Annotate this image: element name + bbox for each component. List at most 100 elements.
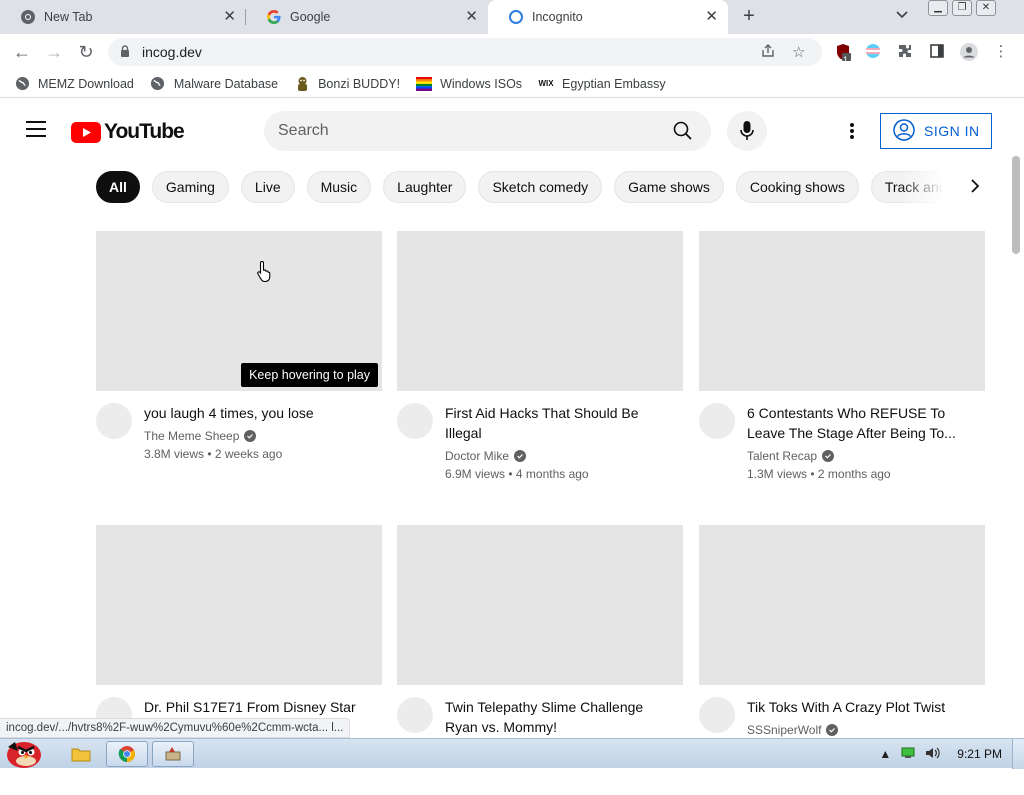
wix-icon: WIX: [538, 79, 554, 88]
video-card[interactable]: First Aid Hacks That Should Be Illegal D…: [397, 231, 683, 501]
chip-all[interactable]: All: [96, 171, 140, 203]
verified-check-icon: [244, 430, 257, 442]
channel-avatar[interactable]: [397, 697, 433, 733]
tab-incognito[interactable]: Incognito ✕: [488, 0, 728, 34]
video-thumbnail[interactable]: [397, 231, 683, 391]
restore-button[interactable]: ❐: [952, 0, 972, 16]
address-bar[interactable]: incog.dev ☆: [108, 38, 822, 66]
chip-gaming[interactable]: Gaming: [151, 171, 229, 203]
close-tab-icon[interactable]: ✕: [465, 9, 478, 25]
tab-search-chevron-icon[interactable]: [896, 8, 908, 22]
show-hidden-icons-arrow-icon[interactable]: ▲: [879, 747, 891, 761]
close-window-button[interactable]: ✕: [976, 0, 996, 16]
chip-live[interactable]: Live: [240, 171, 295, 203]
extensions-puzzle-icon[interactable]: [896, 43, 914, 61]
bookmark-memz[interactable]: MEMZ Download: [14, 76, 134, 92]
channel-name-text: Doctor Mike: [445, 449, 510, 463]
new-tab-button[interactable]: +: [738, 5, 760, 27]
file-explorer-folder-icon[interactable]: [60, 741, 102, 767]
video-title[interactable]: Tik Toks With A Crazy Plot Twist: [747, 697, 977, 717]
video-thumbnail[interactable]: [96, 525, 382, 685]
globe-icon: [150, 76, 166, 92]
clock[interactable]: 9:21 PM: [957, 747, 1002, 761]
lock-icon[interactable]: [120, 45, 130, 63]
browser-tab-strip: New Tab ✕ Google ✕ Incognito ✕ + ▁ ❐ ✕: [0, 0, 1024, 34]
windows-taskbar: ▲ 9:21 PM: [0, 738, 1024, 769]
video-title[interactable]: Twin Telepathy Slime Challenge Ryan vs. …: [445, 697, 675, 737]
video-title[interactable]: you laugh 4 times, you lose: [144, 403, 374, 423]
page-scrollbar-thumb[interactable]: [1012, 156, 1020, 254]
tab-new-tab[interactable]: New Tab ✕: [0, 0, 246, 34]
chip-laughter[interactable]: Laughter: [383, 171, 467, 203]
taskbar-app-icon[interactable]: [152, 741, 194, 767]
chip-cooking-shows[interactable]: Cooking shows: [735, 171, 859, 203]
taskbar-chrome-icon[interactable]: [106, 741, 148, 767]
system-tray: ▲ 9:21 PM: [879, 739, 1024, 769]
channel-avatar[interactable]: [96, 403, 132, 439]
youtube-play-icon: [71, 121, 101, 143]
network-icon[interactable]: [901, 747, 915, 762]
bookmark-label: Bonzi BUDDY!: [318, 76, 401, 91]
tab-title: Incognito: [532, 10, 583, 24]
verified-check-icon: [826, 724, 839, 736]
bookmark-label: Malware Database: [173, 76, 279, 91]
ublock-extension-icon[interactable]: 1: [834, 43, 852, 65]
share-icon[interactable]: [760, 43, 776, 63]
search-icon[interactable]: [673, 121, 693, 146]
chip-sketch-comedy[interactable]: Sketch comedy: [478, 171, 603, 203]
reload-button[interactable]: ↻: [76, 42, 96, 62]
channel-name[interactable]: Doctor Mike: [445, 449, 527, 463]
video-thumbnail[interactable]: Keep hovering to play: [96, 231, 382, 391]
chip-game-shows[interactable]: Game shows: [614, 171, 724, 203]
sign-in-button[interactable]: SIGN IN: [880, 113, 992, 149]
tab-google[interactable]: Google ✕: [246, 0, 488, 34]
volume-speaker-icon[interactable]: [925, 746, 941, 763]
account-circle-icon: [893, 118, 915, 144]
video-title[interactable]: 6 Contestants Who REFUSE To Leave The St…: [747, 403, 977, 443]
video-thumbnail[interactable]: [699, 525, 985, 685]
verified-check-icon: [822, 450, 835, 462]
side-panel-icon[interactable]: [928, 43, 946, 61]
voice-search-button[interactable]: [727, 111, 767, 151]
search-input[interactable]: [278, 120, 658, 142]
channel-name[interactable]: The Meme Sheep: [144, 429, 257, 443]
chips-next-chevron-icon[interactable]: [962, 174, 988, 200]
close-tab-icon[interactable]: ✕: [705, 9, 718, 25]
chip-music[interactable]: Music: [306, 171, 372, 203]
start-button-angry-bird-icon[interactable]: [2, 733, 48, 769]
settings-more-icon[interactable]: [840, 121, 864, 141]
close-tab-icon[interactable]: ✕: [223, 9, 236, 25]
bookmark-malware-database[interactable]: Malware Database: [150, 76, 278, 92]
hamburger-menu-icon[interactable]: [26, 121, 46, 137]
back-button[interactable]: ←: [12, 42, 32, 62]
bookmark-egyptian-embassy[interactable]: WIX Egyptian Embassy: [538, 76, 665, 92]
video-card[interactable]: 6 Contestants Who REFUSE To Leave The St…: [699, 231, 985, 501]
channel-name[interactable]: SSSniperWolf: [747, 723, 839, 737]
verified-check-icon: [514, 450, 527, 462]
video-title[interactable]: First Aid Hacks That Should Be Illegal: [445, 403, 675, 443]
channel-name[interactable]: Talent Recap: [747, 449, 835, 463]
tab-title: Google: [290, 10, 331, 24]
pride-extension-icon[interactable]: [864, 43, 882, 61]
microphone-icon: [740, 121, 754, 140]
video-thumbnail[interactable]: [397, 525, 683, 685]
bookmark-windows-isos[interactable]: Windows ISOs: [416, 76, 522, 92]
bookmark-bonzi-buddy[interactable]: Bonzi BUDDY!: [294, 76, 400, 92]
channel-avatar[interactable]: [699, 697, 735, 733]
category-chips-bar: All Gaming Live Music Laughter Sketch co…: [96, 171, 942, 203]
show-desktop-button[interactable]: [1012, 739, 1024, 769]
bookmark-star-icon[interactable]: ☆: [792, 43, 805, 61]
forward-button[interactable]: →: [44, 42, 64, 62]
video-thumbnail[interactable]: [699, 231, 985, 391]
video-title[interactable]: Dr. Phil S17E71 From Disney Star: [144, 697, 374, 717]
profile-avatar-icon[interactable]: [960, 43, 978, 61]
tab-title: New Tab: [44, 10, 93, 24]
minimize-button[interactable]: ▁: [928, 0, 948, 16]
chrome-icon: [20, 9, 36, 25]
video-card[interactable]: Keep hovering to play you laugh 4 times,…: [96, 231, 382, 501]
channel-avatar[interactable]: [699, 403, 735, 439]
youtube-logo[interactable]: YouTube: [71, 120, 185, 144]
chrome-menu-icon[interactable]: ⋮: [992, 43, 1010, 61]
channel-avatar[interactable]: [397, 403, 433, 439]
bonzi-gorilla-icon: [294, 76, 310, 92]
